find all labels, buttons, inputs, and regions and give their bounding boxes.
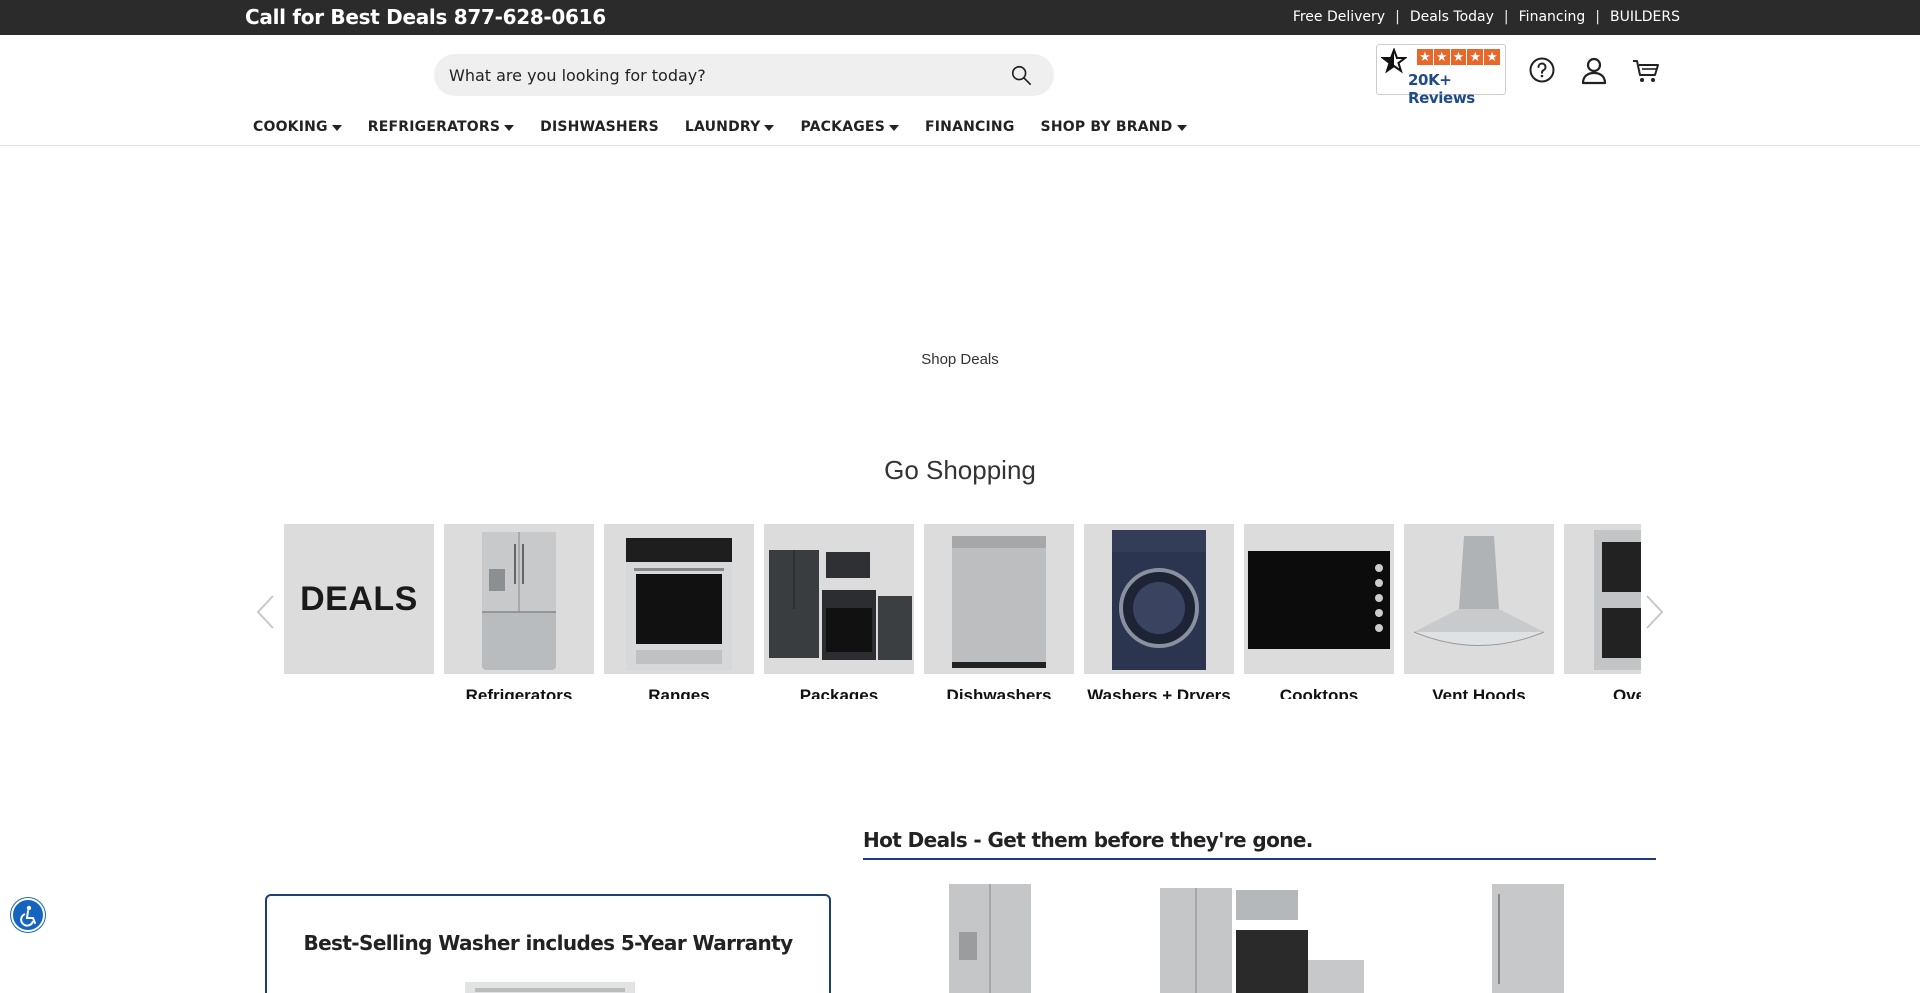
category-card-vent-hoods[interactable]: Vent Hoods bbox=[1404, 524, 1554, 699]
caret-down-icon bbox=[504, 125, 515, 131]
nav-item-shop-by-brand[interactable]: SHOP BY BRAND bbox=[1041, 119, 1187, 135]
nav-label: LAUNDRY bbox=[684, 119, 761, 135]
star-rating: ★ ★ ★ ★ ★ bbox=[1417, 49, 1501, 67]
nav-label: PACKAGES bbox=[800, 119, 885, 135]
category-label: Vent Hoods bbox=[1432, 686, 1526, 699]
phone-callout[interactable]: Call for Best Deals 877-628-0616 bbox=[245, 5, 606, 29]
hot-deals-title: Hot Deals - Get them before they're gone… bbox=[863, 828, 1313, 852]
separator: | bbox=[1395, 9, 1400, 25]
category-card-deals[interactable]: DEALS bbox=[284, 524, 434, 674]
vent-hood-image bbox=[1404, 524, 1554, 674]
refrigerator-image bbox=[444, 524, 594, 674]
range-illustration bbox=[626, 538, 732, 670]
cart-icon[interactable] bbox=[1631, 55, 1661, 85]
reviews-badge[interactable]: ★ ★ ★ ★ ★ 20K+ Reviews bbox=[1376, 44, 1506, 107]
nav-label: FINANCING bbox=[924, 119, 1015, 135]
star-icon: ★ bbox=[1417, 49, 1433, 65]
category-label: Dishwashers bbox=[946, 686, 1052, 699]
star-icon: ★ bbox=[1467, 49, 1484, 65]
category-carousel: DEALS Refrigerators Ranges Packages Dish… bbox=[284, 524, 1641, 699]
nav-item-cooking[interactable]: COOKING bbox=[253, 119, 342, 135]
category-card-refrigerators[interactable]: Refrigerators bbox=[444, 524, 594, 699]
deals-tile-text: DEALS bbox=[300, 579, 418, 618]
carousel-next-arrow-icon[interactable] bbox=[1643, 592, 1667, 632]
hot-deal-product-image-3[interactable] bbox=[1490, 884, 1566, 993]
packages-image bbox=[764, 524, 914, 674]
nav-label: SHOP BY BRAND bbox=[1040, 119, 1173, 135]
dishwasher-illustration bbox=[952, 536, 1046, 668]
category-label: Washers + Dryers bbox=[1087, 686, 1231, 699]
category-card-cooktops[interactable]: Cooktops bbox=[1244, 524, 1394, 699]
cooktop-image bbox=[1244, 524, 1394, 674]
category-card-washers-dryers[interactable]: Washers + Dryers bbox=[1084, 524, 1234, 699]
nav-item-financing[interactable]: FINANCING bbox=[925, 119, 1015, 135]
nav-label: DISHWASHERS bbox=[540, 119, 659, 135]
nav-item-laundry[interactable]: LAUNDRY bbox=[685, 119, 775, 135]
top-link-free-delivery[interactable]: Free Delivery bbox=[1293, 9, 1385, 25]
top-link-deals-today[interactable]: Deals Today bbox=[1410, 9, 1494, 25]
reviews-count: 20K+ Reviews bbox=[1408, 71, 1475, 107]
hot-deals-underline bbox=[863, 858, 1656, 860]
refrigerator-illustration bbox=[482, 532, 556, 670]
washer-image bbox=[1084, 524, 1234, 674]
top-bar: Call for Best Deals 877-628-0616 Free De… bbox=[0, 0, 1920, 35]
review-star-logo-icon bbox=[1381, 48, 1407, 74]
accessibility-icon bbox=[20, 905, 36, 927]
separator: | bbox=[1595, 9, 1600, 25]
category-card-dishwashers[interactable]: Dishwashers bbox=[924, 524, 1074, 699]
washer-promo-image bbox=[465, 982, 635, 993]
account-icon[interactable] bbox=[1579, 55, 1609, 85]
oven-illustration bbox=[1594, 530, 1641, 670]
category-label: Ranges bbox=[648, 686, 710, 699]
nav-item-dishwashers[interactable]: DISHWASHERS bbox=[540, 119, 659, 135]
category-label: Refrigerators bbox=[465, 686, 573, 699]
nav-item-refrigerators[interactable]: REFRIGERATORS bbox=[367, 119, 515, 135]
shop-deals-link[interactable]: Shop Deals bbox=[0, 351, 1920, 368]
hot-deal-product-image-1[interactable] bbox=[945, 884, 1035, 993]
caret-down-icon bbox=[331, 125, 342, 131]
dishwasher-image bbox=[924, 524, 1074, 674]
search-placeholder: What are you looking for today? bbox=[449, 66, 706, 85]
search-icon[interactable] bbox=[1010, 64, 1032, 86]
hot-deal-product-image-2[interactable] bbox=[1158, 888, 1366, 993]
category-card-packages[interactable]: Packages bbox=[764, 524, 914, 699]
nav-divider bbox=[0, 145, 1920, 146]
caret-down-icon bbox=[888, 125, 899, 131]
cooktop-illustration bbox=[1248, 551, 1390, 649]
caret-down-icon bbox=[1176, 125, 1187, 131]
carousel-prev-arrow-icon[interactable] bbox=[253, 592, 277, 632]
packages-illustration bbox=[769, 550, 912, 660]
nav-item-packages[interactable]: PACKAGES bbox=[800, 119, 899, 135]
separator: | bbox=[1503, 9, 1509, 25]
category-card-ranges[interactable]: Ranges bbox=[604, 524, 754, 699]
nav-label: COOKING bbox=[253, 119, 328, 135]
deals-tile: DEALS bbox=[284, 524, 434, 674]
category-label: Ovens bbox=[1613, 686, 1641, 699]
help-icon[interactable] bbox=[1527, 55, 1557, 85]
section-title: Go Shopping bbox=[884, 455, 1036, 485]
caret-down-icon bbox=[764, 125, 775, 131]
washer-illustration bbox=[1112, 530, 1206, 670]
star-icon: ★ bbox=[1484, 49, 1500, 65]
promo-card[interactable]: Best-Selling Washer includes 5-Year Warr… bbox=[265, 894, 831, 993]
promo-title: Best-Selling Washer includes 5-Year Warr… bbox=[303, 931, 793, 955]
category-label: Cooktops bbox=[1279, 686, 1359, 699]
oven-image bbox=[1564, 524, 1641, 674]
category-card-ovens[interactable]: Ovens bbox=[1564, 524, 1641, 699]
category-label: Packages bbox=[799, 686, 879, 699]
top-link-builders[interactable]: BUILDERS bbox=[1610, 9, 1680, 25]
vent-hood-illustration bbox=[1413, 536, 1545, 646]
nav-label: REFRIGERATORS bbox=[367, 119, 501, 135]
top-links: Free Delivery | Deals Today | Financing … bbox=[1293, 9, 1680, 25]
star-icon: ★ bbox=[1433, 49, 1450, 65]
main-nav: COOKING REFRIGERATORS DISHWASHERS LAUNDR… bbox=[253, 119, 1187, 135]
star-icon: ★ bbox=[1450, 49, 1467, 65]
search-input[interactable]: What are you looking for today? bbox=[434, 54, 1054, 96]
accessibility-button[interactable] bbox=[11, 898, 45, 932]
range-image bbox=[604, 524, 754, 674]
top-link-financing[interactable]: Financing bbox=[1519, 9, 1586, 25]
